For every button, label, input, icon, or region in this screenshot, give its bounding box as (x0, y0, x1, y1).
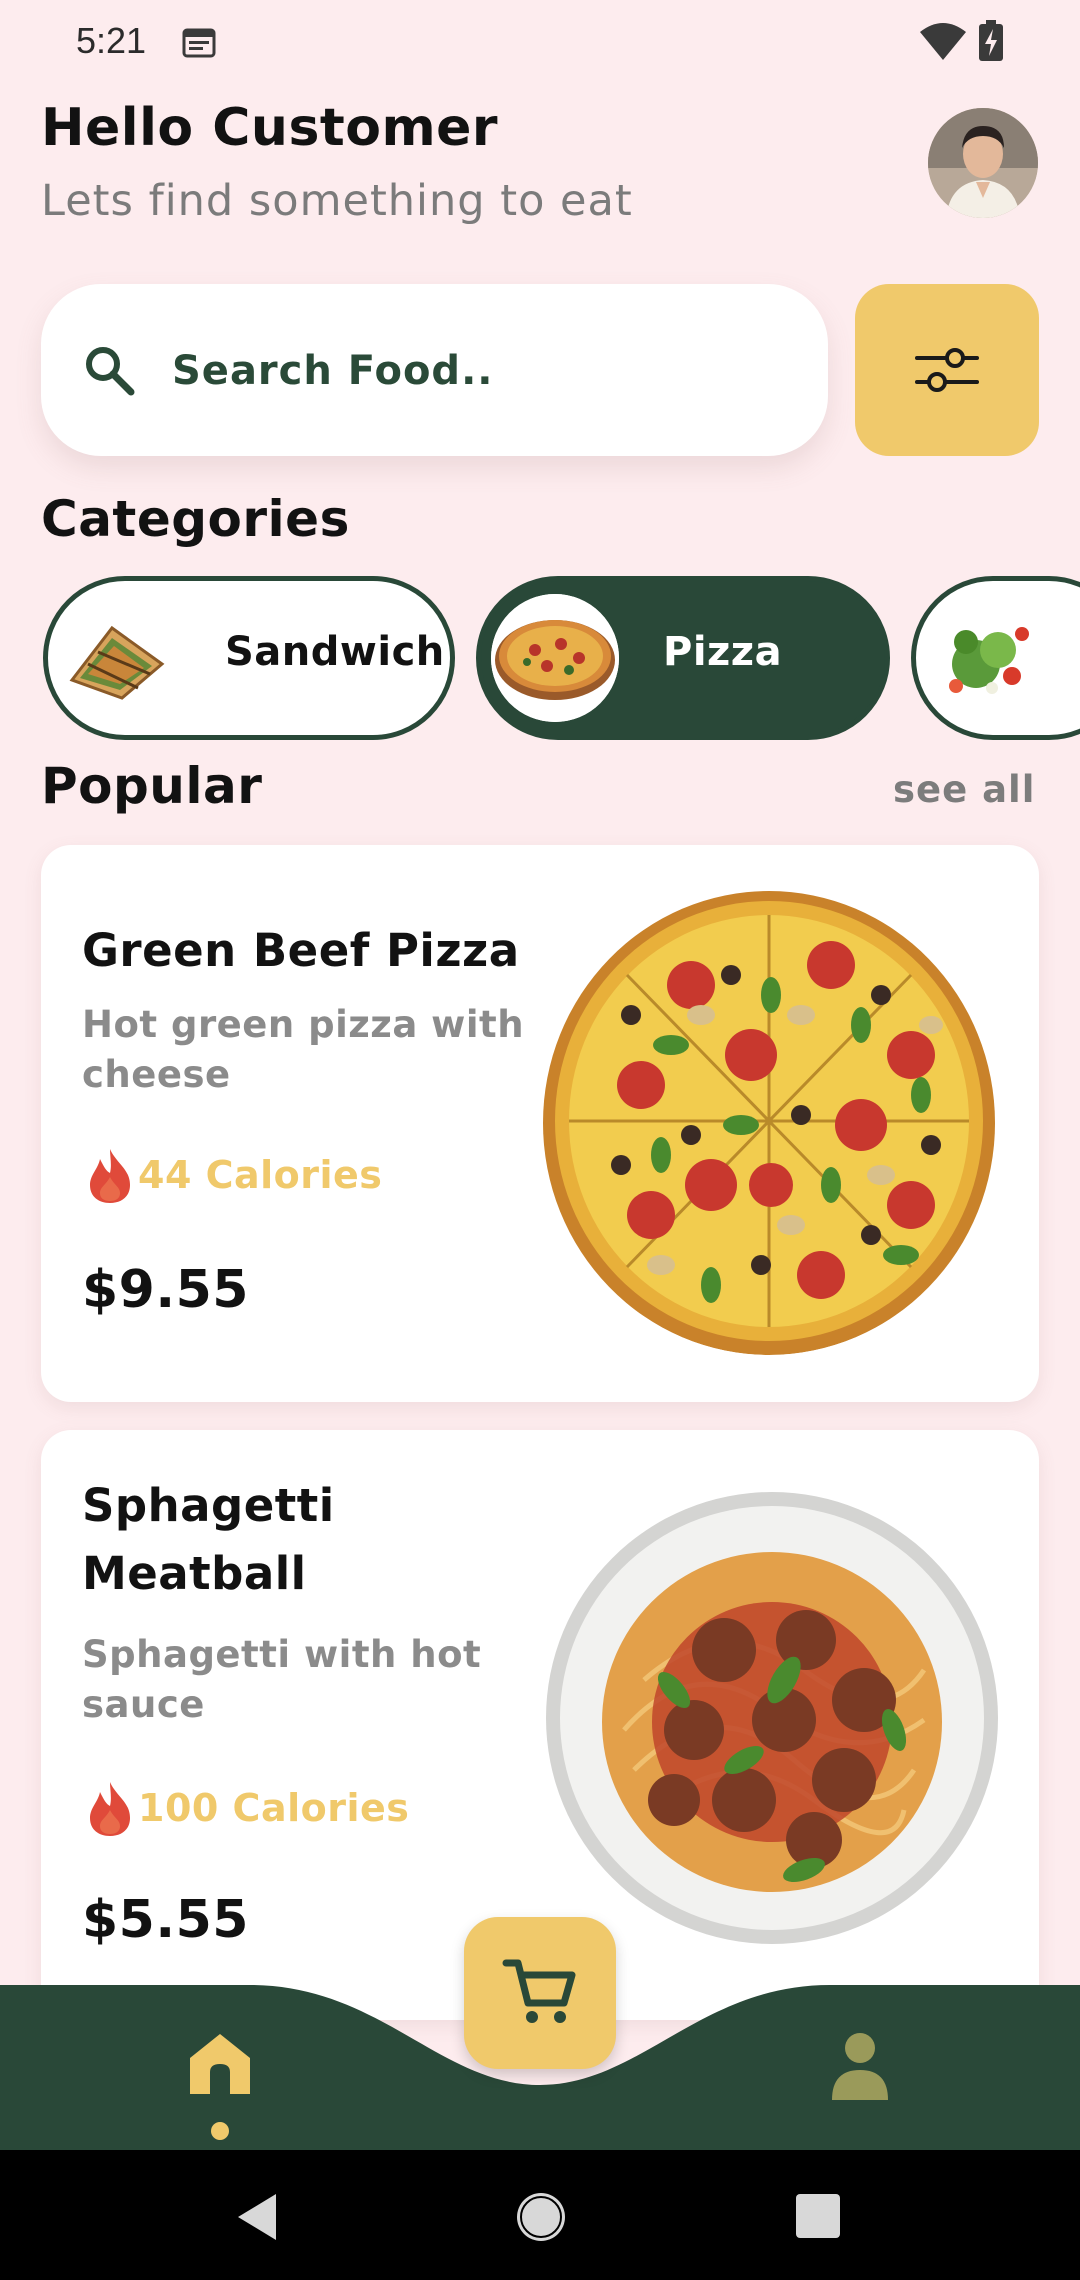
flame-icon (90, 1782, 130, 1836)
cart-button[interactable] (464, 1917, 616, 2069)
food-card[interactable]: Green Beef Pizza Hot green pizza with ch… (41, 845, 1039, 1402)
sandwich-image (58, 594, 186, 722)
category-chip-pizza[interactable]: Pizza (476, 576, 890, 740)
category-label: Sandwich (225, 629, 445, 675)
filter-sliders-icon (915, 348, 979, 392)
calories-text: 100 Calories (138, 1786, 410, 1830)
calendar-icon (182, 28, 216, 58)
greeting-subtitle: Lets find something to eat (41, 176, 633, 226)
home-icon[interactable] (186, 2030, 254, 2098)
status-bar: 5:21 (0, 0, 1080, 90)
salad-image (926, 594, 1054, 722)
system-nav-bar (0, 2150, 1080, 2280)
food-description: Hot green pizza with cheese (82, 1003, 525, 1096)
status-time: 5:21 (76, 20, 147, 61)
home-screen: 5:21 Hello Customer Lets find something … (0, 0, 1080, 2280)
see-all-link[interactable]: see all (893, 768, 1035, 811)
search-icon (86, 347, 135, 396)
spaghetti-image (544, 1490, 1000, 1946)
avatar-photo (928, 108, 1038, 218)
pizza-image (541, 885, 997, 1355)
category-chip-salad[interactable] (911, 576, 1080, 740)
active-indicator-dot (211, 2122, 229, 2140)
search-placeholder: Search Food.. (172, 348, 494, 394)
avatar[interactable] (928, 108, 1038, 218)
food-description: Sphagetti with hot sauce (82, 1633, 482, 1726)
filter-button[interactable] (855, 284, 1039, 456)
back-icon[interactable] (232, 2190, 282, 2244)
recents-icon[interactable] (796, 2194, 840, 2238)
flame-icon (90, 1149, 130, 1203)
popular-title: Popular (41, 757, 263, 815)
greeting-title: Hello Customer (41, 98, 499, 158)
food-name: Sphagetti Meatball (82, 1479, 335, 1600)
pizza-image (491, 594, 619, 722)
battery-icon (979, 20, 1003, 61)
calories-text: 44 Calories (138, 1153, 383, 1197)
category-label: Pizza (663, 629, 783, 675)
food-price: $9.55 (82, 1260, 249, 1320)
categories-title: Categories (41, 490, 350, 548)
home-system-icon[interactable] (514, 2190, 568, 2244)
cart-icon (502, 1959, 576, 2023)
search-input[interactable]: Search Food.. (41, 284, 828, 456)
category-chip-sandwich[interactable]: Sandwich (43, 576, 455, 740)
food-name: Green Beef Pizza (82, 924, 520, 977)
food-price: $5.55 (82, 1890, 249, 1950)
profile-icon[interactable] (830, 2032, 890, 2100)
wifi-icon (920, 23, 966, 60)
